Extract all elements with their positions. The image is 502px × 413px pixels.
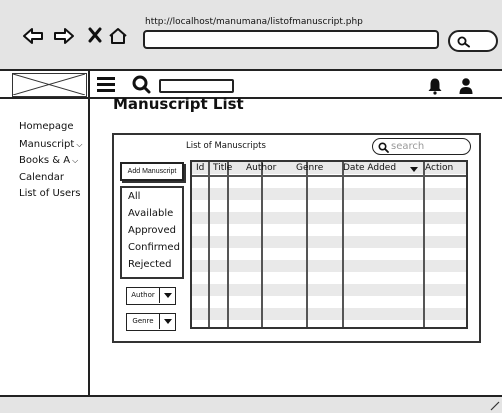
filter-rejected[interactable]: Rejected	[128, 259, 172, 270]
table-row-stripe	[192, 260, 466, 272]
chevron-down-icon: ⌵	[72, 156, 79, 165]
sidebar-divider	[88, 71, 90, 395]
table-row-stripe	[192, 236, 466, 248]
sidebar-item-list-of-users[interactable]: List of Users	[19, 188, 80, 199]
filter-approved[interactable]: Approved	[128, 225, 176, 236]
column-header-action[interactable]: Action	[425, 163, 453, 173]
column-header-author[interactable]: Author	[246, 163, 276, 173]
genre-dropdown[interactable]: Genre	[126, 313, 176, 331]
manuscript-search-input[interactable]: search	[372, 138, 471, 155]
genre-dropdown-label: Genre	[127, 314, 160, 329]
resize-handle-icon[interactable]	[490, 401, 500, 411]
panel-title: List of Manuscripts	[186, 141, 266, 151]
user-icon[interactable]	[458, 77, 474, 99]
column-header-genre[interactable]: Genre	[296, 163, 323, 173]
filter-confirmed[interactable]: Confirmed	[128, 242, 180, 253]
caret-down-icon	[164, 319, 172, 324]
browser-toolbar: http://localhost/manumana/listofmanuscri…	[0, 0, 502, 71]
table-header-divider	[192, 175, 466, 177]
search-placeholder: search	[391, 141, 425, 152]
column-divider	[423, 162, 425, 327]
column-header-date-added[interactable]: Date Added	[343, 163, 396, 173]
manuscript-table: Id Title Author Genre Date Added Action	[190, 160, 468, 329]
table-row-stripe	[192, 212, 466, 224]
sidebar-item-label: Homepage	[19, 121, 74, 132]
chevron-down-icon: ⌵	[76, 140, 83, 149]
filter-all[interactable]: All	[128, 191, 140, 202]
table-row-stripe	[192, 188, 466, 200]
arrow-left-icon[interactable]	[22, 27, 44, 45]
sidebar-item-label: Manuscript	[19, 139, 75, 150]
column-header-id[interactable]: Id	[196, 163, 204, 173]
author-dropdown-label: Author	[127, 288, 160, 303]
caret-down-icon	[164, 293, 172, 298]
sidebar-item-label: Books & A	[19, 155, 71, 166]
table-row-stripe	[192, 284, 466, 296]
column-divider	[227, 162, 229, 327]
hamburger-icon[interactable]	[97, 77, 115, 92]
status-filter-list: All Available Approved Confirmed Rejecte…	[120, 186, 184, 279]
table-row-stripe	[192, 308, 466, 320]
home-icon[interactable]	[108, 27, 128, 45]
sidebar-item-books[interactable]: Books & A ⌵	[19, 155, 78, 166]
column-divider	[306, 162, 308, 327]
url-text: http://localhost/manumana/listofmanuscri…	[145, 17, 363, 27]
author-dropdown[interactable]: Author	[126, 287, 176, 305]
sidebar-item-homepage[interactable]: Homepage	[19, 121, 74, 132]
bell-icon[interactable]	[427, 77, 443, 99]
search-icon	[457, 36, 470, 48]
column-divider	[208, 162, 210, 327]
page-title: Manuscript List	[113, 95, 244, 113]
header-search-input[interactable]	[159, 79, 234, 93]
add-manuscript-button[interactable]: Add Manuscript	[120, 162, 184, 181]
address-bar[interactable]	[143, 30, 439, 49]
filter-available[interactable]: Available	[128, 208, 173, 219]
arrow-right-icon[interactable]	[53, 27, 75, 45]
column-divider	[342, 162, 344, 327]
search-icon	[378, 142, 389, 153]
sort-down-icon[interactable]	[410, 167, 418, 172]
x-icon[interactable]	[88, 27, 102, 43]
column-divider	[261, 162, 263, 327]
column-header-title[interactable]: Title	[213, 163, 232, 173]
sidebar-item-label: Calendar	[19, 172, 64, 183]
sidebar-item-manuscript[interactable]: Manuscript ⌵	[19, 139, 82, 150]
app-logo-placeholder	[12, 73, 87, 97]
sidebar-item-calendar[interactable]: Calendar	[19, 172, 64, 183]
browser-search-field[interactable]	[448, 30, 498, 52]
sidebar-item-label: List of Users	[19, 188, 81, 199]
browser-status-bar	[0, 395, 502, 413]
